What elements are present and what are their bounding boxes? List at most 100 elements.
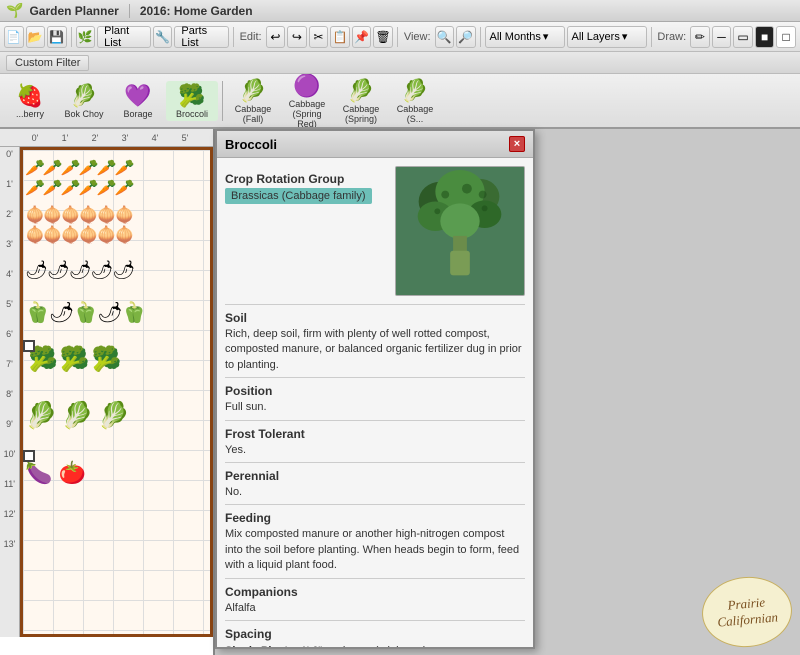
divider-5: [225, 504, 525, 505]
rect-btn[interactable]: ▭: [733, 26, 753, 48]
garden-grid: 0' 1' 2' 3' 4' 5' 0' 1' 2' 3' 4' 5' 6' 7…: [0, 129, 215, 655]
info-close-button[interactable]: ×: [509, 136, 525, 152]
edit-label: Edit:: [240, 31, 262, 43]
all-months-dropdown[interactable]: All Months ▾: [485, 26, 565, 48]
divider-4: [225, 462, 525, 463]
copy-btn[interactable]: 📋: [330, 26, 350, 48]
line-btn[interactable]: ─: [712, 26, 732, 48]
divider-6: [225, 578, 525, 579]
crop-badge: Brassicas (Cabbage family): [225, 188, 372, 204]
toolbar-sep-3: [397, 27, 398, 47]
all-layers-dropdown[interactable]: All Layers ▾: [567, 26, 647, 48]
pepper-mix-row: 🫑🌶🫑🌶🫑: [25, 300, 146, 325]
select-handle-2[interactable]: [23, 450, 35, 462]
fill-white-btn[interactable]: □: [776, 26, 796, 48]
frost-tolerant-text: Yes.: [225, 443, 525, 458]
feeding-text: Mix composted manure or another high-nit…: [225, 527, 525, 573]
parts-icon-btn[interactable]: 🔧: [153, 26, 173, 48]
broccoli-garden-row: 🥦🥦🥦: [28, 345, 124, 374]
cabbage-spring-icon: 🥬: [347, 78, 374, 104]
spacing-title: Spacing: [225, 627, 525, 641]
onion-row-2: 🧅🧅🧅🧅🧅🧅: [25, 225, 133, 245]
carrot-row-2: 🥕🥕🥕🥕🥕🥕: [25, 178, 133, 198]
berry-icon: 🍓: [16, 83, 43, 109]
paste-btn[interactable]: 📌: [352, 26, 372, 48]
plant-item-berry[interactable]: 🍓 ...berry: [4, 81, 56, 121]
cabbage-spring-red-icon: 🟣: [293, 74, 320, 99]
toolbar-sep-4: [480, 27, 481, 47]
plant-item-broccoli[interactable]: 🥦 Broccoli: [166, 81, 218, 121]
onion-row: 🧅🧅🧅🧅🧅🧅: [25, 205, 133, 225]
info-content: Crop Rotation Group Brassicas (Cabbage f…: [217, 158, 533, 649]
plant-item-cabbage-fall[interactable]: 🥬 Cabbage (Fall): [227, 76, 279, 126]
plant-image: [395, 166, 525, 296]
soil-text: Rich, deep soil, firm with plenty of wel…: [225, 327, 525, 373]
ruler-mark-1: 1': [50, 133, 80, 143]
right-panel: Broccoli × Crop Rotation Group Brassicas…: [215, 129, 800, 655]
ruler-top: 0' 1' 2' 3' 4' 5': [0, 129, 213, 147]
pencil-btn[interactable]: ✏: [690, 26, 710, 48]
garden-canvas[interactable]: 🥕🥕🥕🥕🥕🥕 🥕🥕🥕🥕🥕🥕 🧅🧅🧅🧅🧅🧅 🧅🧅🧅🧅🧅🧅 🌶🌶🌶🌶🌶 🫑🌶🫑🌶🫑 …: [20, 147, 213, 637]
draw-label: Draw:: [657, 31, 686, 43]
new-btn[interactable]: 📄: [4, 26, 24, 48]
perennial-text: No.: [225, 485, 525, 500]
borage-icon: 💜: [124, 83, 151, 109]
grid-body: 0' 1' 2' 3' 4' 5' 6' 7' 8' 9' 10' 11' 12…: [0, 147, 213, 637]
plant-item-cabbage-spring[interactable]: 🥬 Cabbage (Spring): [335, 76, 387, 126]
feeding-title: Feeding: [225, 511, 525, 525]
crop-rotation-title: Crop Rotation Group: [225, 172, 387, 186]
open-btn[interactable]: 📂: [26, 26, 46, 48]
undo-btn[interactable]: ↩: [266, 26, 286, 48]
broccoli-svg: [396, 166, 524, 296]
bokchoy-icon: 🥬: [70, 83, 97, 109]
position-text: Full sun.: [225, 400, 525, 415]
divider-1: [225, 304, 525, 305]
app-name: Garden Planner: [29, 4, 118, 18]
delete-btn[interactable]: 🗑: [373, 26, 393, 48]
ruler-mark-0: 0': [20, 133, 50, 143]
perennial-title: Perennial: [225, 469, 525, 483]
zoom-in-btn[interactable]: 🔍: [435, 26, 455, 48]
fill-black-btn[interactable]: ■: [755, 26, 775, 48]
plant-item-cabbage-spring-red[interactable]: 🟣 Cabbage (Spring Red): [281, 74, 333, 129]
cabbage-fall-icon: 🥬: [239, 78, 266, 104]
carrot-row: 🥕🥕🥕🥕🥕🥕: [25, 158, 133, 178]
ruler-left: 0' 1' 2' 3' 4' 5' 6' 7' 8' 9' 10' 11' 12…: [0, 147, 20, 637]
cabbage-s-icon: 🥬: [401, 78, 428, 104]
companions-text: Alfalfa: [225, 601, 525, 616]
plant-strip: 🍓 ...berry 🥬 Bok Choy 💜 Borage 🥦 Broccol…: [0, 74, 800, 129]
plant-icon-btn[interactable]: 🌿: [76, 26, 96, 48]
plant-item-cabbage-s[interactable]: 🥬 Cabbage (S...: [389, 76, 441, 126]
redo-btn[interactable]: ↪: [287, 26, 307, 48]
info-panel: Broccoli × Crop Rotation Group Brassicas…: [215, 129, 535, 649]
pepper-row: 🌶🌶🌶🌶🌶: [25, 260, 134, 281]
view-label: View:: [404, 31, 431, 43]
soil-title: Soil: [225, 311, 525, 325]
broccoli-icon: 🥦: [178, 83, 205, 109]
save-btn[interactable]: 💾: [47, 26, 67, 48]
ruler-mark-2: 2': [80, 133, 110, 143]
parts-list-button[interactable]: Parts List: [174, 26, 228, 48]
toolbar-sep-1: [71, 27, 72, 47]
info-panel-title: Broccoli: [225, 137, 277, 152]
ruler-mark-3: 3': [110, 133, 140, 143]
custom-filter-button[interactable]: Custom Filter: [6, 55, 89, 71]
custom-filter-bar: Custom Filter: [0, 52, 800, 74]
cauliflower-row: 🥬🥬🥬: [25, 400, 134, 431]
watermark-line2: Californian: [717, 609, 779, 630]
app-icon: 🌱: [6, 2, 23, 19]
ruler-mark-5: 5': [170, 133, 200, 143]
strip-separator: [222, 81, 223, 121]
plant-item-bokchoy[interactable]: 🥬 Bok Choy: [58, 81, 110, 121]
cut-btn[interactable]: ✂: [309, 26, 329, 48]
plant-item-borage[interactable]: 💜 Borage: [112, 81, 164, 121]
ruler-mark-4: 4': [140, 133, 170, 143]
select-handle-1[interactable]: [23, 340, 35, 352]
zoom-out-btn[interactable]: 🔎: [456, 26, 476, 48]
project-name: 2016: Home Garden: [140, 4, 253, 18]
divider-3: [225, 420, 525, 421]
toolbar-sep-5: [651, 27, 652, 47]
spacing-single: Single Plants: 1' 6" each way (minimum): [225, 643, 525, 649]
info-top-section: Crop Rotation Group Brassicas (Cabbage f…: [225, 166, 525, 296]
plant-list-button[interactable]: Plant List: [97, 26, 151, 48]
